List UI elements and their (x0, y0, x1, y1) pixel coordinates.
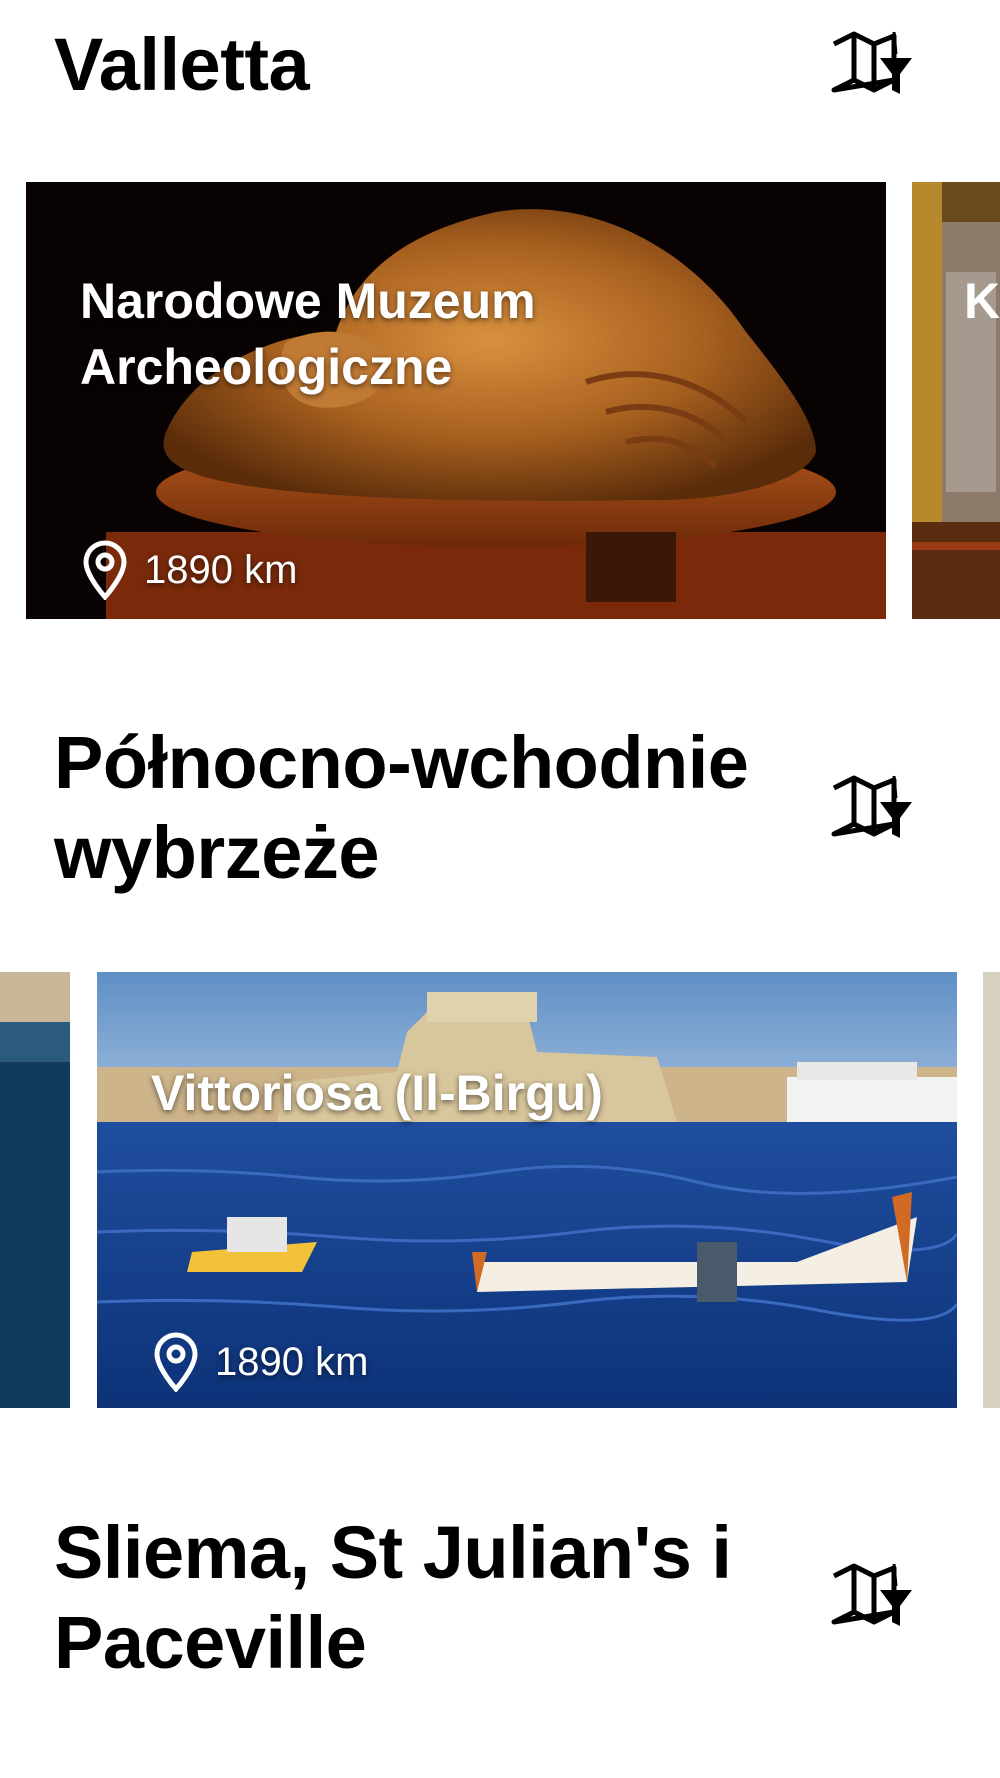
distance-label: 1890 km (215, 1339, 369, 1384)
church-interior-image (912, 182, 1000, 619)
next-card-image (983, 972, 1000, 1408)
card-title-line-2: Archeologiczne (80, 339, 453, 395)
map-filter-icon (830, 28, 914, 102)
section-title-sliema: Sliema, St Julian's i Paceville (54, 1508, 732, 1688)
card-distance: 1890 km (80, 540, 297, 600)
next-card-title-peek: K (964, 273, 1000, 329)
section-title-valletta: Valletta (54, 23, 310, 106)
sea-coast-image (0, 972, 70, 1408)
next-card-peek[interactable]: K (912, 182, 1000, 619)
section-title-line-2: Paceville (54, 1601, 367, 1684)
place-card-archeological-museum[interactable]: Narodowe Muzeum Archeologiczne 1890 km (26, 182, 886, 619)
map-filter-button-valletta[interactable] (830, 28, 914, 102)
map-filter-icon (830, 1560, 914, 1634)
location-pin-icon (80, 540, 130, 600)
map-filter-icon (830, 772, 914, 846)
place-card-vittoriosa[interactable]: Vittoriosa (Il-Birgu) 1890 km (97, 972, 957, 1408)
section-title-line-1: Północno-wchodnie (54, 721, 749, 804)
card-title: Vittoriosa (Il-Birgu) (151, 1065, 603, 1121)
card-title: Narodowe Muzeum Archeologiczne (80, 268, 536, 400)
section-title-line-2: wybrzeże (54, 811, 380, 894)
section-title-northeast-coast: Północno-wchodnie wybrzeże (54, 718, 749, 898)
section-title-line-1: Sliema, St Julian's i (54, 1511, 732, 1594)
card-title-line-1: Narodowe Muzeum (80, 273, 536, 329)
distance-label: 1890 km (144, 547, 298, 592)
card-distance: 1890 km (151, 1332, 368, 1392)
map-filter-button-northeast-coast[interactable] (830, 772, 914, 846)
map-filter-button-sliema[interactable] (830, 1560, 914, 1634)
next-card-peek[interactable] (983, 972, 1000, 1408)
previous-card-peek[interactable] (0, 972, 70, 1408)
location-pin-icon (151, 1332, 201, 1392)
